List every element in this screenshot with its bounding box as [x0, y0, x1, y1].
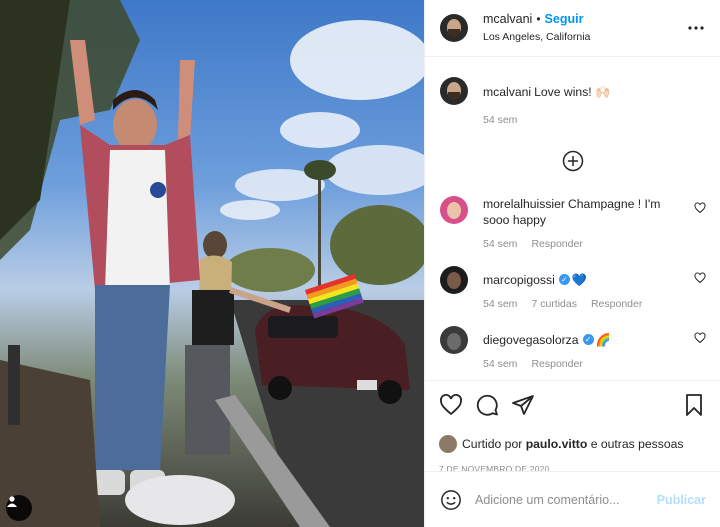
- comment-username[interactable]: marcopigossi: [483, 273, 555, 287]
- liked-by-prefix: Curtido por: [462, 437, 523, 451]
- comment-avatar[interactable]: [440, 196, 468, 224]
- author-username[interactable]: mcalvani: [483, 12, 532, 26]
- liked-by-user[interactable]: paulo.vitto: [526, 437, 588, 451]
- bookmark-icon[interactable]: [682, 393, 706, 417]
- comment-meta: 54 sem 7 curtidas Responder: [483, 298, 686, 310]
- publish-button[interactable]: Publicar: [657, 493, 706, 507]
- post-header: mcalvani • Seguir Los Angeles, California: [425, 0, 720, 57]
- comment-icon[interactable]: [475, 393, 499, 417]
- caption-avatar[interactable]: [440, 77, 468, 105]
- liked-by-avatar[interactable]: [439, 435, 457, 453]
- comment-username[interactable]: diegovegasolorza: [483, 333, 579, 347]
- post-photo[interactable]: [0, 0, 424, 527]
- comment-meta: 54 sem Responder: [483, 238, 686, 250]
- action-icons-row: [439, 393, 706, 417]
- comment-text-line: diegovegasolorza ✓ 🌈: [483, 332, 686, 348]
- reply-button[interactable]: Responder: [531, 358, 582, 370]
- liked-by: Curtido por paulo.vitto e outras pessoas: [439, 435, 706, 453]
- more-options-button[interactable]: [686, 18, 706, 38]
- comment-meta: 54 sem Responder: [483, 358, 686, 370]
- author-avatar[interactable]: [440, 14, 468, 42]
- add-comment-bar: Publicar: [425, 471, 720, 527]
- more-horizontal-icon: [688, 26, 704, 30]
- comment-text-line: morelalhuissier Champagne ! I'm sooo happ…: [483, 196, 686, 228]
- emoji-icon[interactable]: [440, 489, 462, 511]
- caption-text: Love wins! 🙌🏻: [534, 85, 611, 99]
- caption-username[interactable]: mcalvani: [483, 85, 531, 99]
- follow-button[interactable]: Seguir: [545, 12, 584, 26]
- reply-button[interactable]: Responder: [531, 238, 582, 250]
- caption-meta: 54 sem: [483, 114, 686, 126]
- comment-text: 💙: [571, 273, 587, 287]
- comment-text: 🌈: [595, 333, 611, 347]
- comment-item: diegovegasolorza ✓ 🌈 54 sem Responder: [440, 326, 706, 370]
- comment-time[interactable]: 54 sem: [483, 238, 517, 250]
- user-icon: [7, 496, 17, 507]
- comment-item: marcopigossi ✓ 💙 54 sem 7 curtidas Respond…: [440, 266, 706, 310]
- comment-likes-count[interactable]: 7 curtidas: [531, 298, 577, 310]
- heart-icon[interactable]: [694, 332, 706, 344]
- photo-illustration: [0, 0, 424, 527]
- comment-input[interactable]: [475, 492, 657, 507]
- caption-time[interactable]: 54 sem: [483, 114, 517, 126]
- caption: mcalvani Love wins! 🙌🏻 54 sem: [440, 77, 706, 126]
- reply-button[interactable]: Responder: [591, 298, 642, 310]
- heart-icon[interactable]: [694, 202, 706, 214]
- heart-icon[interactable]: [694, 272, 706, 284]
- tagged-account-icon[interactable]: [6, 495, 32, 521]
- heart-icon[interactable]: [439, 393, 463, 417]
- comment-body: diegovegasolorza ✓ 🌈 54 sem Responder: [483, 326, 706, 370]
- comment-time[interactable]: 54 sem: [483, 358, 517, 370]
- paper-plane-icon[interactable]: [511, 393, 535, 417]
- verified-badge-icon: ✓: [558, 274, 570, 286]
- comment-avatar[interactable]: [440, 266, 468, 294]
- comment-item: morelalhuissier Champagne ! I'm sooo happ…: [440, 196, 706, 250]
- caption-text-line: mcalvani Love wins! 🙌🏻: [483, 84, 686, 100]
- header-text: mcalvani • Seguir Los Angeles, California: [483, 11, 686, 45]
- liked-by-others[interactable]: e outras pessoas: [591, 437, 684, 451]
- comment-username[interactable]: morelalhuissier: [483, 197, 565, 211]
- verified-badge-icon: ✓: [582, 334, 594, 346]
- caption-body: mcalvani Love wins! 🙌🏻 54 sem: [483, 77, 706, 126]
- location-link[interactable]: Los Angeles, California: [483, 29, 686, 45]
- comments-list[interactable]: mcalvani Love wins! 🙌🏻 54 sem morelalhui…: [425, 57, 720, 380]
- comment-avatar[interactable]: [440, 326, 468, 354]
- comment-body: morelalhuissier Champagne ! I'm sooo happ…: [483, 196, 706, 250]
- comment-time[interactable]: 54 sem: [483, 298, 517, 310]
- post-side-panel: mcalvani • Seguir Los Angeles, California …: [424, 0, 720, 527]
- plus-circle-icon[interactable]: [562, 150, 584, 172]
- comment-body: marcopigossi ✓ 💙 54 sem 7 curtidas Respond…: [483, 266, 706, 310]
- separator-dot: •: [536, 12, 541, 26]
- comment-text-line: marcopigossi ✓ 💙: [483, 272, 686, 288]
- instagram-post-view: mcalvani • Seguir Los Angeles, California …: [0, 0, 720, 527]
